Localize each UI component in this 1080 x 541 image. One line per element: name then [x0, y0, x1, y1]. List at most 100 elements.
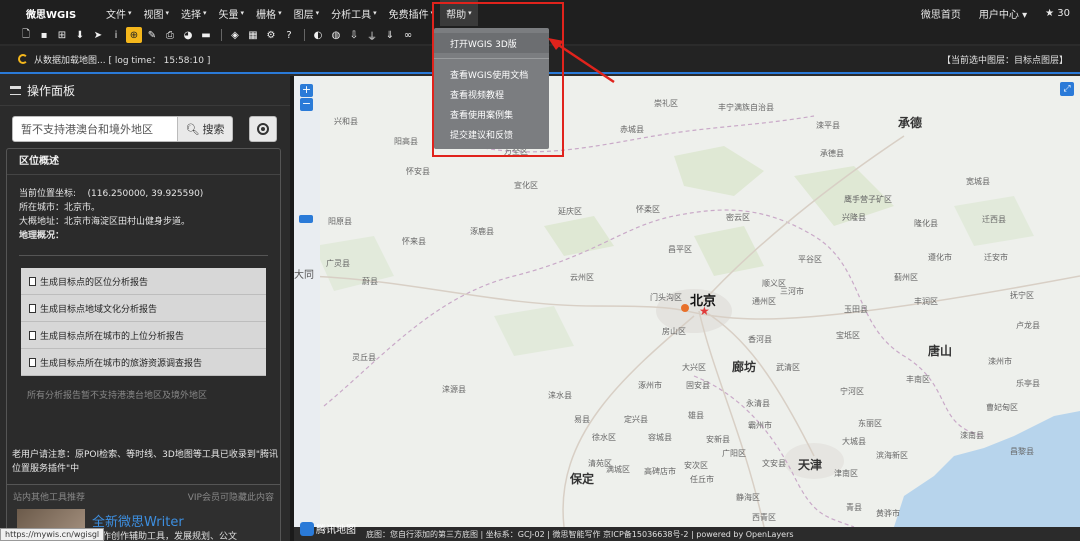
globe-icon[interactable]: ◍ [328, 27, 344, 43]
map-place-label: 定兴县 [624, 415, 648, 424]
menu-vector[interactable]: 矢量 ▾ [213, 0, 251, 26]
help-icon[interactable]: ? [281, 27, 297, 43]
plugin-alt-icon[interactable]: ⇓ [382, 27, 398, 43]
map-place-label: 雄县 [688, 411, 704, 420]
main-menu: 文件 ▾ 视图 ▾ 选择 ▾ 矢量 ▾ 栅格 ▾ 图层 ▾ 分析工具 ▾ 免费插件 ▾ 帮助 ▾ [100, 0, 478, 26]
location-summary-title: 区位概述 [7, 149, 280, 175]
new-file-icon[interactable]: 🗋 [18, 27, 34, 43]
plugin-icon[interactable]: ⇩ [346, 27, 362, 43]
menu-raster[interactable]: 栅格 ▾ [250, 0, 288, 26]
panel-header: 操作面板 [0, 76, 290, 106]
map-place-label: 怀柔区 [636, 205, 660, 214]
report-item[interactable]: 生成目标点所在城市的旅游资源调查报告 [21, 349, 266, 376]
map-place-label: 遵化市 [928, 253, 952, 262]
green-area [494, 306, 574, 356]
search-input[interactable]: 暂不支持港澳台和境外地区 [12, 116, 178, 142]
recommend-header: 站内其他工具推荐 VIP会员可隐藏此内容 [7, 485, 280, 508]
link-icon[interactable]: ∞ [400, 27, 416, 43]
locate-button[interactable] [249, 116, 277, 142]
map-place-label: 宁河区 [840, 387, 864, 396]
map-place-label: 阳高县 [394, 137, 418, 146]
map-place-label: 固安县 [686, 381, 710, 390]
current-layer-indicator: 【当前选中图层：目标点图层】 [941, 55, 1068, 66]
search-button-label: 搜索 [202, 123, 225, 136]
map-place-label: 廊坊 [732, 360, 757, 374]
map-place-label: 三河市 [780, 287, 804, 296]
caret-down-icon: ▾ [373, 9, 377, 17]
menu-label: 分析工具 [331, 9, 372, 21]
report-item[interactable]: 生成目标点地域文化分析报告 [21, 295, 266, 322]
map-place-label: 房山区 [662, 327, 686, 336]
recommend-vip-note[interactable]: VIP会员可隐藏此内容 [188, 490, 274, 503]
city-label: 所在城市： [19, 203, 65, 213]
download-icon[interactable]: ⬇ [72, 27, 88, 43]
save-icon[interactable]: ▪ [36, 27, 52, 43]
map-place-label: 大同 [294, 270, 314, 281]
edit-icon[interactable]: ✎ [144, 27, 160, 43]
map-place-label: 徐水区 [592, 433, 616, 442]
city-value: 北京市。 [64, 203, 101, 213]
info-icon[interactable]: i [108, 27, 124, 43]
ruler-icon[interactable]: ▬ [198, 27, 214, 43]
report-item[interactable]: 生成目标点所在城市的上位分析报告 [21, 322, 266, 349]
zoom-out-button[interactable]: − [300, 98, 313, 111]
map-place-label: 宣化区 [514, 181, 538, 190]
plug-icon[interactable]: ⏚ [364, 27, 380, 43]
map-place-label: 滦州市 [988, 357, 1012, 366]
map-footer: 底图：您自行添加的第三方底图 | 坐标系：GCJ-02 | 微思智能写作 京IC… [294, 527, 1080, 541]
map-logo-icon [300, 521, 314, 536]
recommend-headline[interactable]: 全新微思Writer [92, 511, 184, 530]
layers-icon[interactable]: ◈ [227, 27, 243, 43]
caret-down-icon: ▾ [203, 9, 207, 17]
report-item[interactable]: 生成目标点的区位分析报告 [21, 268, 266, 295]
map-place-label: 涿州市 [638, 381, 662, 390]
settings-icon[interactable]: ⚙ [263, 27, 279, 43]
favorites[interactable]: ★ 30 [1045, 8, 1070, 19]
map-place-label: 卢龙县 [1016, 321, 1040, 330]
map-provider-logo: 腾讯地图 [300, 521, 356, 536]
add-icon[interactable]: ⊞ [54, 27, 70, 43]
map-place-label: 任丘市 [690, 475, 714, 484]
menu-label: 文件 [106, 9, 126, 21]
menu-view[interactable]: 视图 ▾ [138, 0, 176, 26]
map-place-label: 蔚县 [362, 277, 378, 286]
search-button[interactable]: 🔍︎ 搜索 [178, 116, 233, 142]
map-place-label: 延庆区 [558, 207, 582, 216]
menu-analysis[interactable]: 分析工具 ▾ [325, 0, 383, 26]
map-place-label: 怀来县 [402, 237, 426, 246]
coord-label: 当前位置坐标: [19, 189, 77, 199]
top-right-links: 微思首页 用户中心 ▾ ★ 30 [921, 0, 1070, 26]
url-tooltip: https://mywis.cn/wgisgl [0, 528, 105, 541]
fullscreen-icon[interactable]: ⤢ [1060, 82, 1074, 96]
app-logo[interactable]: 微思WGIS [0, 6, 100, 21]
location-marker[interactable] [681, 304, 689, 312]
map-place-label: 承德县 [820, 149, 844, 158]
map-view[interactable]: + − ⤢ 承德 北京 廊坊 天津 唐山 保定 大同 赤城县 滦平县 承德县 宽城县 怀安县 宣化区 怀来… [294, 76, 1080, 527]
palette-icon[interactable]: ◕ [180, 27, 196, 43]
toolbar-divider [304, 29, 305, 41]
map-place-label: 云州区 [570, 273, 594, 282]
pointer-icon[interactable]: ➤ [90, 27, 106, 43]
menu-file[interactable]: 文件 ▾ [100, 0, 138, 26]
map-place-label: 昌平区 [668, 245, 692, 254]
map-place-label: 丰南区 [906, 375, 930, 384]
map-place-label: 门头沟区 [650, 293, 682, 302]
menu-label: 免费插件 [388, 9, 429, 21]
zoom-in-button[interactable]: + [300, 84, 313, 97]
table-icon[interactable]: ▦ [245, 27, 261, 43]
user-center-menu[interactable]: 用户中心 ▾ [979, 6, 1027, 21]
menu-select[interactable]: 选择 ▾ [175, 0, 213, 26]
home-link[interactable]: 微思首页 [921, 6, 961, 21]
operation-panel: 操作面板 暂不支持港澳台和境外地区 🔍︎ 搜索 区位概述 当前位置坐标: (11… [0, 76, 290, 541]
print-icon[interactable]: ⎙ [162, 27, 178, 43]
target-icon[interactable]: ⊕ [126, 27, 142, 43]
address-value: 北京市海淀区田村山健身步道。 [64, 217, 191, 227]
map-place-label: 唐山 [928, 344, 953, 358]
zoom-slider-handle[interactable] [299, 215, 313, 223]
zoom-slider-track [294, 76, 320, 527]
globe-dark-icon[interactable]: ◐ [310, 27, 326, 43]
map-place-label: 昌黎县 [1010, 447, 1034, 456]
map-place-label: 乐亭县 [1016, 379, 1040, 388]
menu-label: 栅格 [256, 9, 277, 21]
menu-layer[interactable]: 图层 ▾ [288, 0, 326, 26]
